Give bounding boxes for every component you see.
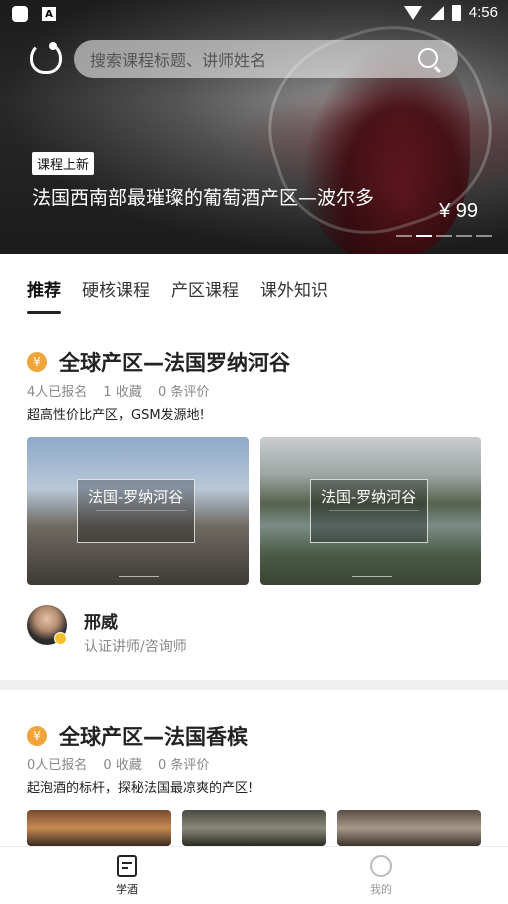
tab-extra-knowledge[interactable]: 课外知识 — [260, 276, 328, 301]
hero-banner[interactable]: A 4:56 搜索课程标题、讲师姓名 课程上新 法国西南部最璀璨的葡萄酒产区—波… — [0, 0, 508, 254]
course-meta: 4人已报名 1 收藏 0 条评价 — [27, 381, 221, 400]
hero-price: ¥ 99 — [439, 200, 478, 222]
favorites-count: 0 收藏 — [103, 758, 142, 773]
nav-item-learn[interactable]: 学酒 — [97, 855, 157, 897]
thumbnail-title-box: 法国-罗纳河谷 — [77, 479, 195, 543]
tab-region-courses[interactable]: 产区课程 — [171, 276, 239, 301]
thumbnail-subtitle-lines — [329, 510, 419, 526]
tab-core-courses[interactable]: 硬核课程 — [82, 276, 150, 301]
bottom-navigation: 学酒 我的 — [0, 846, 508, 904]
course-thumbnail[interactable] — [337, 810, 481, 846]
course-thumbnail[interactable] — [182, 810, 326, 846]
course-thumbnail[interactable]: 法国-罗纳河谷 — [27, 437, 249, 585]
lecturer-name[interactable]: 邢威 — [84, 608, 118, 633]
nav-label-learn: 学酒 — [116, 883, 138, 896]
app-logo-dot — [49, 42, 57, 50]
hero-overlay — [0, 0, 508, 254]
section-divider — [0, 680, 508, 690]
reviews-count: 0 条评价 — [157, 758, 210, 773]
tab-active-indicator — [27, 311, 61, 314]
signal-icon — [429, 5, 444, 20]
lecturer-role: 认证讲师/咨询师 — [84, 639, 187, 655]
status-time: 4:56 — [468, 4, 498, 21]
hero-title[interactable]: 法国西南部最璀璨的葡萄酒产区—波尔多 — [32, 183, 374, 210]
app-icon — [12, 6, 28, 22]
carousel-dot — [436, 235, 452, 237]
yen-icon: ¥ — [27, 352, 47, 372]
course-description: 起泡酒的标杆，探秘法国最凉爽的产区! — [27, 781, 254, 796]
course-meta: 0人已报名 0 收藏 0 条评价 — [27, 754, 221, 773]
thumbnail-logo — [119, 569, 159, 577]
document-icon — [117, 855, 137, 877]
tab-recommend[interactable]: 推荐 — [27, 276, 61, 301]
carousel-dot-active — [416, 235, 432, 237]
thumbnail-title: 法国-罗纳河谷 — [88, 488, 184, 506]
battery-icon — [451, 4, 461, 21]
thumbnail-subtitle-lines — [96, 510, 186, 526]
reviews-count: 0 条评价 — [157, 385, 210, 400]
carousel-dot — [396, 235, 412, 237]
verified-badge-icon — [54, 632, 67, 645]
status-bar: A 4:56 — [0, 0, 508, 28]
search-input[interactable]: 搜索课程标题、讲师姓名 — [74, 40, 458, 78]
nav-item-mine[interactable]: 我的 — [351, 855, 411, 897]
search-icon[interactable] — [418, 48, 438, 68]
course-card[interactable]: ¥ 全球产区—法国罗纳河谷 4人已报名 1 收藏 0 条评价 超高性价比产区，G… — [0, 320, 508, 680]
yen-icon: ¥ — [27, 726, 47, 746]
search-placeholder: 搜索课程标题、讲师姓名 — [90, 51, 267, 70]
favorites-count: 1 收藏 — [103, 385, 142, 400]
category-tabs: 推荐 硬核课程 产区课程 课外知识 — [0, 254, 508, 320]
thumbnail-title-box: 法国-罗纳河谷 — [310, 479, 428, 543]
enrolled-count: 4人已报名 — [27, 385, 88, 400]
smile-icon — [370, 855, 392, 877]
carousel-dot — [456, 235, 472, 237]
carousel-indicator — [396, 235, 492, 237]
new-course-badge: 课程上新 — [32, 152, 95, 175]
nav-label-mine: 我的 — [370, 883, 392, 896]
course-description: 超高性价比产区，GSM发源地! — [27, 408, 205, 423]
thumbnail-title: 法国-罗纳河谷 — [321, 488, 417, 506]
a-icon: A — [42, 7, 56, 21]
course-title: 全球产区—法国罗纳河谷 — [59, 351, 290, 375]
course-title: 全球产区—法国香槟 — [59, 725, 248, 749]
app-logo-icon[interactable] — [30, 42, 62, 74]
course-card[interactable]: ¥ 全球产区—法国香槟 0人已报名 0 收藏 0 条评价 起泡酒的标杆，探秘法国… — [0, 690, 508, 846]
wifi-icon — [403, 5, 422, 20]
carousel-dot — [476, 235, 492, 237]
course-thumbnail[interactable]: 法国-罗纳河谷 — [260, 437, 481, 585]
course-thumbnail[interactable] — [27, 810, 171, 846]
thumbnail-logo — [352, 569, 392, 577]
enrolled-count: 0人已报名 — [27, 758, 88, 773]
